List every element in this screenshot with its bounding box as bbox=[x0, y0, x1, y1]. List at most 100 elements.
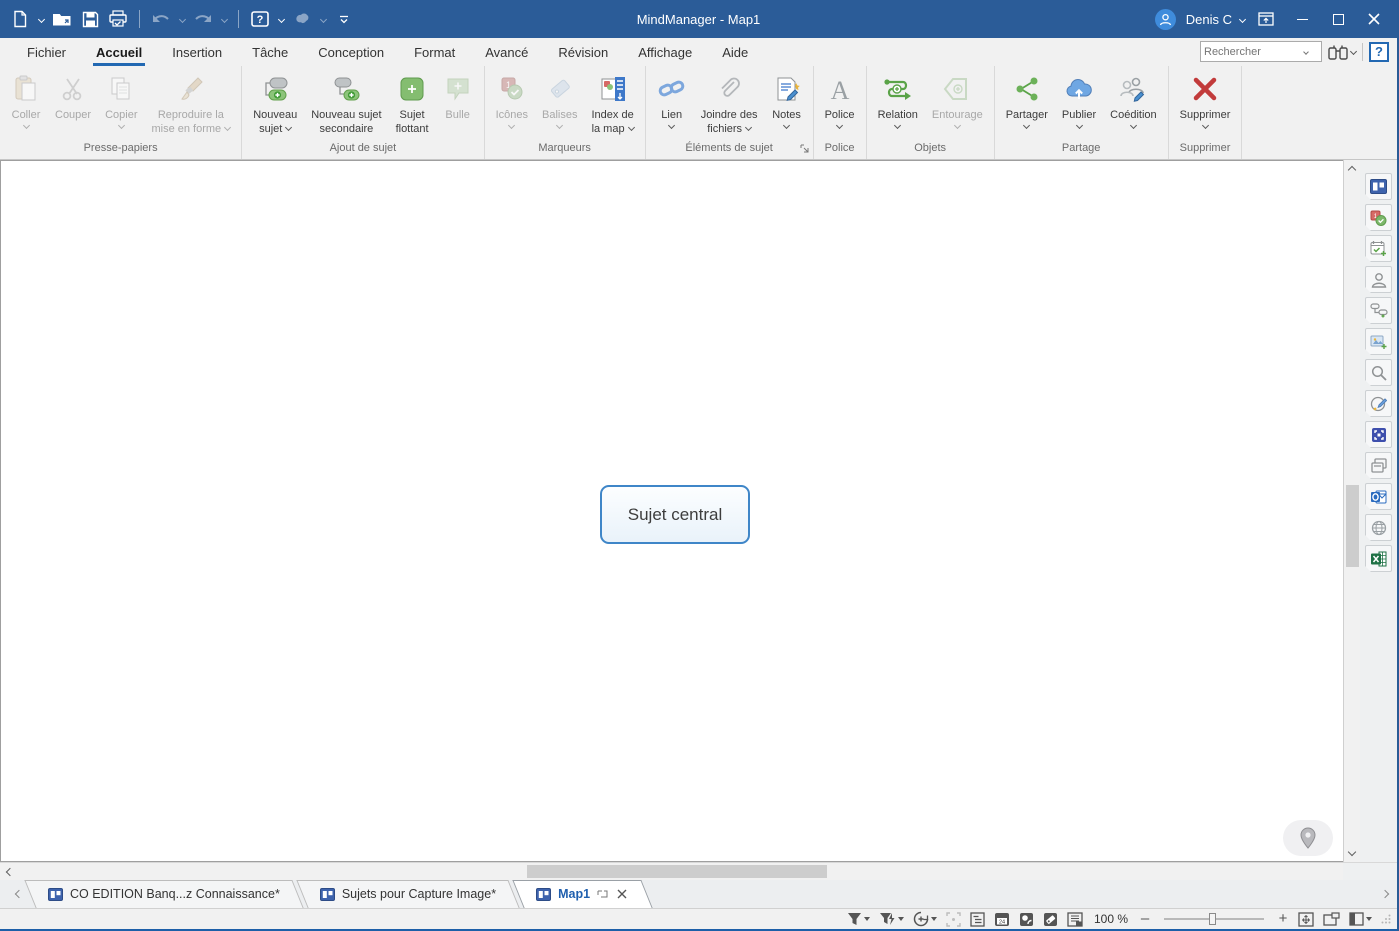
copier-button[interactable]: Copier bbox=[98, 69, 144, 132]
couper-button[interactable]: Couper bbox=[48, 69, 98, 122]
coedition-button[interactable]: Coédition bbox=[1103, 69, 1163, 132]
partager-button[interactable]: Partager bbox=[999, 69, 1055, 132]
print-button[interactable] bbox=[106, 7, 130, 31]
power-filter-button[interactable] bbox=[879, 912, 904, 926]
panels-button[interactable] bbox=[1349, 912, 1372, 926]
relation-button[interactable]: Relation bbox=[871, 69, 925, 132]
nouveau-sujet-button[interactable]: Nouveau sujet bbox=[246, 69, 304, 136]
panel-markers-button[interactable]: 1 bbox=[1365, 204, 1392, 231]
lien-button[interactable]: Lien bbox=[650, 69, 694, 132]
presentation-layout-button[interactable] bbox=[1323, 912, 1340, 926]
panel-library-button[interactable] bbox=[1365, 328, 1392, 355]
redo-dropdown[interactable] bbox=[219, 12, 229, 26]
search-dropdown-icon[interactable] bbox=[1303, 49, 1309, 55]
bulle-button[interactable]: Bulle bbox=[436, 69, 480, 122]
panel-format-button[interactable] bbox=[1365, 390, 1392, 417]
undo-button[interactable] bbox=[149, 7, 173, 31]
tab-format[interactable]: Format bbox=[399, 38, 470, 66]
sync-view-button[interactable] bbox=[913, 911, 937, 927]
zoom-in-button[interactable]: + bbox=[1277, 913, 1289, 925]
scroll-left-button[interactable] bbox=[0, 863, 17, 880]
ribbon-display-options-button[interactable] bbox=[1251, 6, 1281, 32]
horizontal-scroll-thumb[interactable] bbox=[527, 865, 827, 878]
panel-windows-button[interactable] bbox=[1365, 452, 1392, 479]
minimize-button[interactable] bbox=[1287, 6, 1317, 32]
panel-excel-button[interactable] bbox=[1365, 545, 1392, 572]
undo-dropdown[interactable] bbox=[177, 12, 187, 26]
filter-button[interactable] bbox=[847, 912, 870, 926]
tab-avance[interactable]: Avancé bbox=[470, 38, 543, 66]
icones-button[interactable]: 1 Icônes bbox=[489, 69, 535, 132]
vertical-scrollbar[interactable] bbox=[1343, 160, 1360, 862]
search-box[interactable] bbox=[1200, 41, 1322, 62]
help-panel-button[interactable]: ? bbox=[1369, 42, 1389, 62]
panel-topics-button[interactable] bbox=[1365, 297, 1392, 324]
user-avatar[interactable] bbox=[1155, 9, 1176, 30]
search-input[interactable] bbox=[1204, 46, 1304, 58]
help-dropdown[interactable] bbox=[276, 12, 286, 26]
zoom-out-button[interactable]: – bbox=[1139, 913, 1151, 925]
tab-scroll-left-button[interactable] bbox=[6, 880, 28, 908]
panel-capture-button[interactable] bbox=[1365, 421, 1392, 448]
notes-status-button[interactable] bbox=[1067, 912, 1083, 927]
redo-button[interactable] bbox=[191, 7, 215, 31]
tab-tache[interactable]: Tâche bbox=[237, 38, 303, 66]
central-topic[interactable]: Sujet central bbox=[600, 485, 750, 544]
document-tab-1[interactable]: CO EDITION Banq...z Connaissance* bbox=[28, 880, 300, 908]
user-dropdown-icon[interactable] bbox=[1239, 15, 1246, 22]
markers-status-button[interactable] bbox=[1019, 912, 1034, 927]
tab-revision[interactable]: Révision bbox=[543, 38, 623, 66]
panel-search-button[interactable] bbox=[1365, 359, 1392, 386]
map-canvas[interactable]: Sujet central bbox=[0, 160, 1343, 862]
police-button[interactable]: A Police bbox=[818, 69, 862, 132]
panel-web-button[interactable] bbox=[1365, 514, 1392, 541]
find-button[interactable] bbox=[1328, 44, 1356, 60]
panel-resources-button[interactable] bbox=[1365, 266, 1392, 293]
horizontal-scrollbar[interactable] bbox=[0, 862, 1397, 880]
coller-button[interactable]: Coller bbox=[4, 69, 48, 132]
joindre-des-fichiers-button[interactable]: Joindre des fichiers bbox=[694, 69, 765, 136]
maximize-button[interactable] bbox=[1323, 6, 1353, 32]
new-document-button[interactable] bbox=[8, 7, 32, 31]
close-tab-icon[interactable] bbox=[615, 887, 629, 902]
reproduire-mise-en-forme-button[interactable]: Reproduire la mise en forme bbox=[144, 69, 237, 136]
zoom-slider-thumb[interactable] bbox=[1209, 913, 1216, 925]
close-button[interactable] bbox=[1359, 6, 1389, 32]
save-button[interactable] bbox=[78, 7, 102, 31]
vertical-scroll-thumb[interactable] bbox=[1346, 485, 1359, 567]
mindmanager-logo-icon[interactable] bbox=[290, 7, 314, 31]
entourage-button[interactable]: Entourage bbox=[925, 69, 990, 132]
panel-tasks-button[interactable] bbox=[1365, 235, 1392, 262]
vertical-scroll-track[interactable] bbox=[1344, 177, 1360, 845]
scroll-down-button[interactable] bbox=[1344, 845, 1361, 862]
publier-button[interactable]: Publier bbox=[1055, 69, 1103, 132]
sujet-flottant-button[interactable]: Sujet flottant bbox=[389, 69, 436, 136]
document-tab-map1[interactable]: Map1 bbox=[516, 880, 649, 908]
tab-conception[interactable]: Conception bbox=[303, 38, 399, 66]
logo-dropdown[interactable] bbox=[318, 12, 328, 26]
outline-view-button[interactable] bbox=[970, 912, 985, 927]
dialog-launcher-icon[interactable] bbox=[800, 144, 810, 154]
tags-status-button[interactable] bbox=[1043, 912, 1058, 927]
new-document-dropdown[interactable] bbox=[36, 12, 46, 26]
open-button[interactable] bbox=[50, 7, 74, 31]
user-name[interactable]: Denis C bbox=[1186, 12, 1232, 27]
supprimer-button[interactable]: Supprimer bbox=[1173, 69, 1238, 132]
tab-fichier[interactable]: Fichier bbox=[12, 38, 81, 66]
notes-button[interactable]: Notes bbox=[765, 69, 809, 132]
find-dropdown-icon[interactable] bbox=[1350, 48, 1357, 55]
tab-aide[interactable]: Aide bbox=[707, 38, 763, 66]
fit-selection-button[interactable] bbox=[946, 912, 961, 927]
tab-accueil[interactable]: Accueil bbox=[81, 38, 157, 66]
help-button[interactable]: ? bbox=[248, 7, 272, 31]
index-de-la-map-button[interactable]: Index de la map bbox=[584, 69, 640, 136]
fit-map-button[interactable] bbox=[1298, 912, 1314, 927]
tab-insertion[interactable]: Insertion bbox=[157, 38, 237, 66]
detach-tab-icon[interactable] bbox=[597, 885, 608, 903]
tab-scroll-right-button[interactable] bbox=[1382, 880, 1391, 908]
zoom-slider[interactable] bbox=[1164, 918, 1264, 920]
resize-grip[interactable] bbox=[1381, 914, 1391, 924]
location-pill[interactable] bbox=[1283, 820, 1333, 856]
scroll-up-button[interactable] bbox=[1344, 160, 1361, 177]
gantt-button[interactable]: 24 bbox=[994, 912, 1010, 927]
